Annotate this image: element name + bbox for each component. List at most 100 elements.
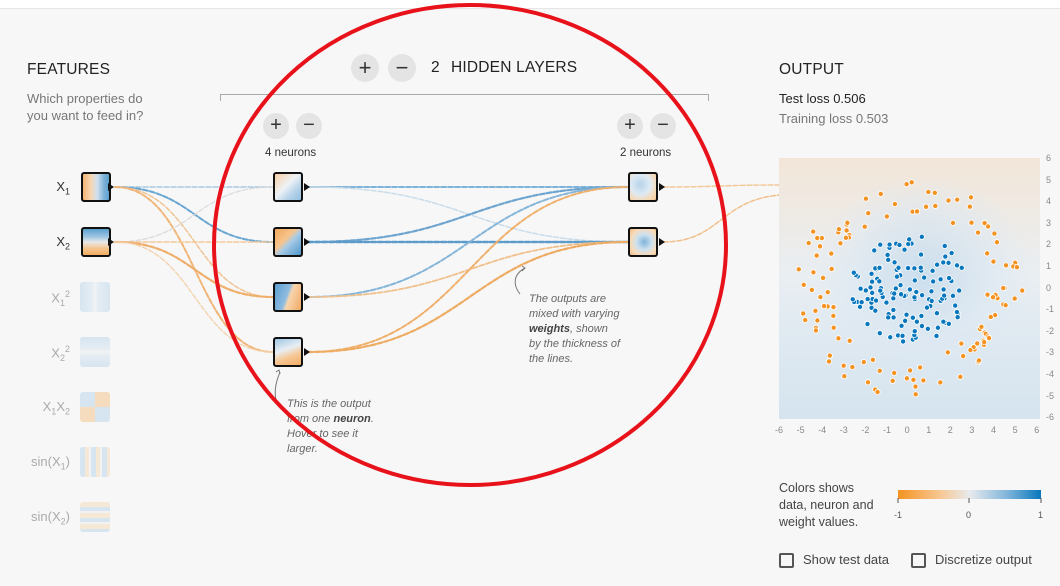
data-point-orange — [984, 250, 991, 257]
layer1-neuron-1[interactable] — [273, 172, 303, 202]
data-point-blue — [877, 287, 884, 294]
data-point-blue — [945, 259, 952, 266]
data-point-blue — [940, 286, 947, 293]
data-point-orange — [968, 219, 975, 226]
legend-line1: Colors shows — [779, 481, 855, 495]
data-point-blue — [873, 297, 880, 304]
data-point-blue — [941, 292, 948, 299]
data-point-orange — [889, 377, 896, 384]
training-loss-value: 0.503 — [855, 111, 889, 126]
data-point-blue — [901, 246, 908, 253]
data-point-blue — [924, 325, 931, 332]
data-point-orange — [812, 327, 819, 334]
data-point-orange — [932, 202, 939, 209]
show-test-data-checkbox[interactable] — [779, 553, 794, 568]
data-point-orange — [917, 364, 924, 371]
data-point-blue — [884, 251, 891, 258]
data-point-blue — [911, 277, 918, 284]
data-point-orange — [986, 335, 993, 342]
data-point-orange — [907, 367, 914, 374]
data-point-blue — [891, 290, 898, 297]
discretize-output-checkbox[interactable] — [911, 553, 926, 568]
data-point-orange — [814, 317, 821, 324]
x-tick: -5 — [796, 425, 805, 435]
data-point-blue — [885, 314, 892, 321]
legend-line2: data, neuron and — [779, 498, 874, 512]
data-point-orange — [978, 323, 985, 330]
data-point-blue — [896, 241, 903, 248]
data-point-blue — [868, 270, 875, 277]
y-tick: -2 — [1046, 325, 1055, 336]
data-point-orange — [808, 286, 815, 293]
data-point-orange — [860, 359, 867, 366]
data-point-orange — [891, 201, 898, 208]
data-point-orange — [920, 377, 927, 384]
data-point-orange — [828, 265, 835, 272]
data-point-orange — [826, 358, 833, 365]
data-point-orange — [805, 240, 812, 247]
show-test-data-label[interactable]: Show test data — [803, 552, 889, 567]
data-point-orange — [966, 203, 973, 210]
x-tick: 3 — [969, 425, 975, 435]
x-tick: 6 — [1034, 425, 1040, 435]
data-point-blue — [857, 285, 864, 292]
data-point-orange — [876, 367, 883, 374]
data-point-orange — [1000, 285, 1007, 292]
data-point-orange — [824, 289, 831, 296]
data-point-blue — [945, 320, 952, 327]
data-point-orange — [862, 195, 869, 202]
data-point-orange — [812, 307, 819, 314]
neuron-note-line4: larger. — [287, 443, 318, 455]
data-point-blue — [898, 291, 905, 298]
test-loss-value: 0.506 — [833, 91, 866, 106]
data-point-orange — [861, 223, 868, 230]
data-point-blue — [909, 314, 916, 321]
color-legend-ticks — [897, 498, 1042, 503]
data-point-orange — [974, 340, 981, 347]
data-point-orange — [903, 181, 910, 188]
data-point-blue — [864, 296, 871, 303]
weights-note-line4: by the thickness of — [529, 338, 621, 350]
data-point-blue — [918, 251, 925, 258]
data-point-blue — [952, 302, 959, 309]
data-point-orange — [975, 357, 982, 364]
neuron-note-line3: Hover to see it — [287, 428, 358, 440]
data-point-orange — [874, 389, 881, 396]
output-heatmap[interactable] — [779, 158, 1040, 419]
neuron-note-line2: from one neuron. — [287, 413, 374, 425]
data-point-blue — [867, 284, 874, 291]
data-point-orange — [1013, 264, 1020, 271]
data-point-orange — [865, 210, 872, 217]
data-point-orange — [945, 197, 952, 204]
data-point-orange — [990, 294, 997, 301]
data-point-orange — [842, 234, 849, 241]
data-point-blue — [876, 330, 883, 337]
data-point-orange — [991, 230, 998, 237]
data-point-blue — [940, 259, 947, 266]
neuron-note-line1: This is the output — [287, 398, 371, 410]
data-point-blue — [903, 311, 910, 318]
discretize-output-label[interactable]: Discretize output — [935, 552, 1032, 567]
data-point-orange — [931, 189, 938, 196]
x-tick: -6 — [775, 425, 784, 435]
data-point-orange — [967, 194, 974, 201]
data-point-blue — [850, 269, 857, 276]
data-point-blue — [918, 233, 925, 240]
data-point-orange — [937, 379, 944, 386]
layer1-neuron-3[interactable] — [273, 282, 303, 312]
layer1-neuron-4[interactable] — [273, 337, 303, 367]
data-point-blue — [928, 288, 935, 295]
data-point-orange — [1003, 262, 1010, 269]
layer2-output-markers — [659, 183, 665, 246]
data-point-blue — [890, 314, 897, 321]
data-point-orange — [990, 258, 997, 265]
layer2-neuron-2[interactable] — [628, 227, 658, 257]
data-point-blue — [893, 273, 900, 280]
data-point-blue — [891, 259, 898, 266]
x-tick: 1 — [926, 425, 932, 435]
data-point-orange — [912, 383, 919, 390]
data-point-blue — [876, 278, 883, 285]
layer1-neuron-2[interactable] — [273, 227, 303, 257]
data-point-blue — [872, 307, 879, 314]
layer2-neuron-1[interactable] — [628, 172, 658, 202]
